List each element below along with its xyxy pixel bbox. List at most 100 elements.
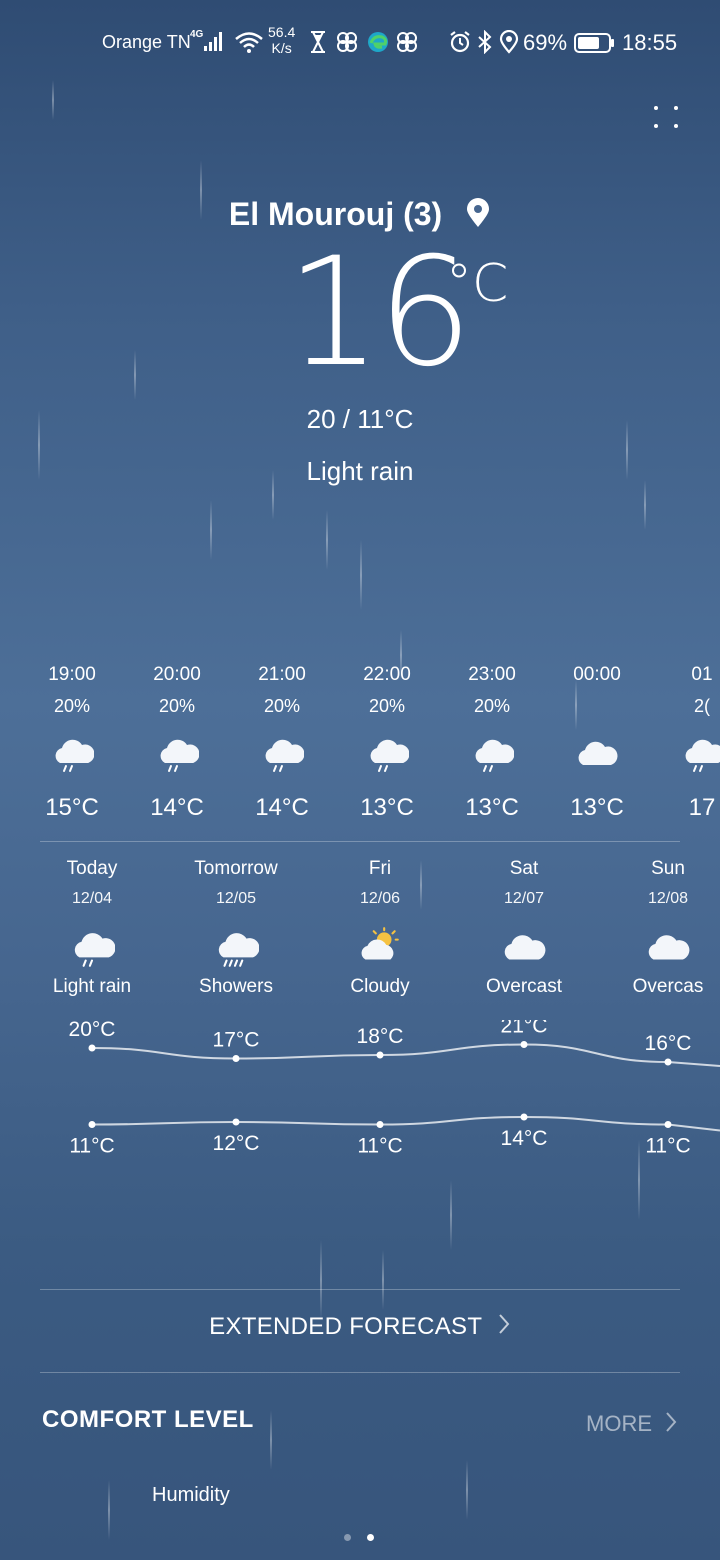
light-rain-icon	[22, 730, 122, 778]
carrier-label: Orange TN	[102, 32, 191, 52]
battery-icon	[574, 32, 616, 60]
chevron-right-icon	[497, 1312, 511, 1343]
temp-point	[664, 1121, 672, 1128]
day-condition: Showers	[199, 976, 273, 997]
hourly-item: 22:00 20% 13°C	[337, 664, 437, 822]
more-button[interactable]: MORE	[586, 1410, 678, 1440]
daily-item[interactable]: Fri 12/06 Cloudy	[310, 858, 450, 998]
day-date: 12/06	[359, 890, 401, 907]
hourly-item: 23:00 20% 13°C	[442, 664, 542, 822]
daily-item[interactable]: Sat 12/07 Overcast	[454, 858, 594, 998]
battery-percent: 69%	[523, 30, 568, 55]
extended-forecast-label: EXTENDED FORECAST	[209, 1312, 482, 1340]
status-bar: Orange TN 4G 56.4 K/s 69% 18:55	[0, 22, 720, 62]
daily-item[interactable]: Today 12/04 Light rain	[22, 858, 162, 998]
day-name: Today	[66, 858, 118, 879]
high-temp-line	[91, 1043, 720, 1067]
divider	[40, 1289, 680, 1290]
hour-time: 20:00	[153, 664, 201, 685]
high-temp-label: 21°C	[501, 1020, 548, 1038]
high-temp-label: 17°C	[213, 1029, 260, 1052]
alarm-icon	[448, 30, 472, 60]
hourglass-icon	[308, 30, 328, 60]
comfort-level-title: COMFORT LEVEL	[42, 1406, 254, 1433]
temp-point	[376, 1051, 384, 1059]
cloud-icon	[547, 730, 647, 778]
hourly-item: 20:00 20% 14°C	[127, 664, 227, 822]
light-rain-icon	[442, 730, 542, 778]
humidity-label: Humidity	[152, 1484, 230, 1506]
day-name: Sat	[509, 858, 539, 879]
light-rain-icon	[337, 730, 437, 778]
day-name: Fri	[368, 858, 392, 879]
temp-point	[232, 1055, 240, 1062]
overcast-icon	[454, 922, 594, 974]
hourly-item: 01 2(17	[652, 664, 720, 822]
temp-point	[232, 1118, 240, 1126]
hour-temperature: 13°C	[360, 794, 414, 821]
daily-item[interactable]: Tomorrow 12/05 Showers	[166, 858, 306, 998]
temp-point	[376, 1121, 384, 1128]
day-date: 12/04	[71, 890, 113, 907]
hour-temperature: 14°C	[255, 794, 309, 821]
day-condition: Overcas	[632, 976, 704, 997]
svg-text:4G: 4G	[190, 29, 204, 40]
hour-time: 19:00	[48, 664, 96, 685]
hour-time: 22:00	[363, 664, 411, 685]
day-date: 12/08	[647, 890, 689, 907]
location-pin-icon	[465, 197, 491, 236]
light-rain-icon	[22, 922, 162, 974]
temperature-unit: °C	[446, 254, 509, 314]
precip-chance	[547, 696, 647, 722]
high-temp-label: 20°C	[69, 1020, 116, 1041]
app-notification-icon-2	[394, 30, 420, 60]
precip-chance: 20%	[368, 696, 406, 716]
daily-item[interactable]: Sun 12/08 Overcas	[598, 858, 720, 998]
extended-forecast-button[interactable]: EXTENDED FORECAST	[0, 1312, 720, 1343]
day-name: Sun	[651, 858, 685, 879]
page-indicator	[344, 1528, 386, 1546]
divider	[40, 1372, 680, 1373]
chevron-right-icon	[664, 1410, 678, 1440]
hour-temperature: 13°C	[465, 794, 519, 821]
day-condition: Overcast	[485, 976, 563, 997]
day-condition: Light rain	[52, 976, 132, 997]
wifi-icon	[234, 30, 264, 60]
more-options-button[interactable]	[648, 100, 684, 136]
day-date: 12/05	[215, 890, 257, 907]
low-temp-label: 11°C	[645, 1135, 690, 1158]
high-temp-label: 16°C	[645, 1032, 692, 1055]
hour-time: 21:00	[258, 664, 306, 685]
light-rain-icon	[652, 730, 720, 778]
hour-time: 23:00	[468, 664, 516, 685]
low-temp-line	[91, 1115, 720, 1132]
page-dot-active	[367, 1534, 375, 1541]
more-label: MORE	[586, 1410, 652, 1436]
location-status-icon	[498, 29, 520, 60]
page-dot	[344, 1534, 351, 1541]
hour-temperature: 13°C	[570, 794, 624, 821]
edge-browser-icon	[366, 30, 390, 60]
precip-chance: 20%	[53, 696, 91, 716]
hourly-item: 19:00 20% 15°C	[22, 664, 122, 822]
light-rain-icon	[127, 730, 227, 778]
hourly-item: 21:00 20% 14°C	[232, 664, 332, 822]
showers-icon	[166, 922, 306, 974]
hour-temperature: 17	[688, 794, 716, 821]
app-notification-icon	[334, 30, 360, 60]
bluetooth-icon	[476, 29, 494, 60]
low-temp-label: 14°C	[501, 1127, 548, 1150]
hourly-item: 00:00 13°C	[547, 664, 647, 822]
day-name: Tomorrow	[194, 858, 278, 879]
hour-temperature: 15°C	[45, 794, 99, 821]
precip-chance: 20%	[158, 696, 196, 716]
network-speed: 56.4 K/s	[268, 24, 296, 56]
precip-chance: 2(	[693, 696, 710, 716]
precip-chance: 20%	[263, 696, 301, 716]
clock-time: 18:55	[622, 30, 678, 55]
partly-cloudy-icon	[310, 922, 450, 974]
current-temperature: 16	[286, 226, 473, 400]
day-date: 12/07	[503, 890, 545, 907]
divider	[40, 841, 680, 842]
hour-time: 00:00	[573, 664, 621, 685]
